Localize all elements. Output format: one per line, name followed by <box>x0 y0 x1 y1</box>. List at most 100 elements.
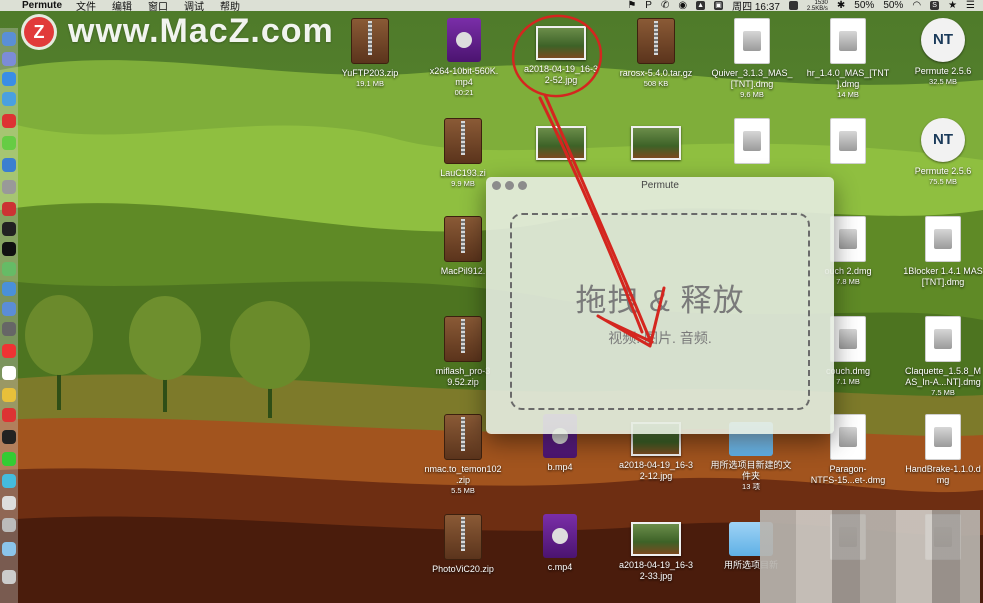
desktop-icon[interactable]: HandBrake-1.1.0.d mg <box>888 414 983 486</box>
minimize-button[interactable] <box>505 181 514 190</box>
menu-bar: Permute 文件 编辑 窗口 调试 帮助 ⚑ P ✆ ◉ ▲ ▣ 周四 16… <box>0 0 983 13</box>
file-name: Quiver_3.1.3_MAS_ [TNT].dmg <box>711 68 793 89</box>
desktop-icon[interactable] <box>601 118 711 164</box>
dock-app-icon-1[interactable] <box>2 114 16 128</box>
dock-android-icon[interactable] <box>2 136 16 150</box>
desktop-icon[interactable]: c.mp4 <box>505 514 615 573</box>
dock-app-icon-8[interactable] <box>2 322 16 336</box>
desktop-icon[interactable]: NT Permute 2.5.6 32.5 MB <box>888 18 983 87</box>
desktop-icon[interactable]: hr_1.4.0_MAS_[TNT ].dmg 14 MB <box>793 18 903 100</box>
desktop-icon[interactable] <box>697 118 807 168</box>
menu-file[interactable]: 文件 <box>76 0 96 13</box>
battery-percent-1[interactable]: 50% <box>854 0 874 11</box>
file-info: 13 项 <box>742 482 760 491</box>
drop-zone-title: 拖拽 & 释放 <box>575 283 745 318</box>
disk-image-icon <box>830 18 866 64</box>
clock[interactable]: 周四 16:37 <box>732 0 780 13</box>
permute-window[interactable]: Permute 拖拽 & 释放 视频. 图片. 音频. <box>486 177 834 434</box>
dock-app-icon-11[interactable] <box>2 474 16 488</box>
disk-image-icon <box>830 216 866 262</box>
dock-app-icon-5[interactable] <box>2 222 16 236</box>
dock-vivaldi-icon[interactable] <box>2 408 16 422</box>
dock-app-icon-14[interactable] <box>2 542 16 556</box>
dock-maps-icon[interactable] <box>2 262 16 276</box>
window-title: Permute <box>641 180 679 191</box>
file-name: a2018-04-19_16-3 2-52.jpg <box>523 64 599 85</box>
menu-help[interactable]: 帮助 <box>220 0 240 13</box>
list-icon[interactable]: ☰ <box>966 0 975 11</box>
zoom-button[interactable] <box>518 181 527 190</box>
desktop-icon[interactable] <box>506 118 616 164</box>
desktop-icon[interactable]: NT Permute 2.5.6 75.5 MB <box>888 118 983 187</box>
file-name: a2018-04-19_16-3 2-12.jpg <box>618 460 694 481</box>
file-info: 14 MB <box>837 90 859 99</box>
dock-safari-icon[interactable] <box>2 72 16 86</box>
window-controls <box>492 181 527 190</box>
status-icon-6[interactable] <box>788 1 798 10</box>
mosaic-blur <box>760 510 980 603</box>
dock-app-icon-12[interactable] <box>2 496 16 510</box>
watermark: Z www.MacZ.com <box>24 12 334 51</box>
window-titlebar[interactable]: Permute <box>486 177 834 194</box>
desktop-icon[interactable]: x264-10bit-560K. mp4 00:21 <box>409 18 519 98</box>
drop-zone-subtitle: 视频. 图片. 音频. <box>608 330 712 346</box>
drop-zone[interactable]: 拖拽 & 释放 视频. 图片. 音频. <box>510 213 810 410</box>
dock-app-icon-9[interactable] <box>2 344 16 358</box>
dock-trash-icon[interactable] <box>2 570 16 584</box>
close-button[interactable] <box>492 181 501 190</box>
menu-window[interactable]: 窗口 <box>148 0 168 13</box>
file-info: 9.6 MB <box>740 90 764 99</box>
dock-app-icon-3[interactable] <box>2 180 16 194</box>
dock-wechat-icon[interactable] <box>2 452 16 466</box>
battery-percent-2[interactable]: 50% <box>883 0 903 11</box>
file-name: Permute 2.5.6 <box>914 66 972 76</box>
zip-file-icon <box>444 216 482 262</box>
dock-chrome-icon[interactable] <box>2 388 16 402</box>
dock-launchpad-icon[interactable] <box>2 52 16 66</box>
dock-finder-icon[interactable] <box>2 32 16 46</box>
dock-contacts-icon[interactable] <box>2 92 16 106</box>
disk-image-icon <box>925 316 961 362</box>
file-name: x264-10bit-560K. mp4 <box>429 66 499 87</box>
desktop-icon[interactable]: Claquette_1.5.8_M AS_In-A...NT].dmg 7.5 M… <box>888 316 983 398</box>
status-icon-4[interactable]: ▲ <box>696 1 706 10</box>
desktop-icon[interactable]: rarosx-5.4.0.tar.gz 508 KB <box>601 18 711 89</box>
app-menu[interactable]: Permute <box>22 0 62 11</box>
archive-file-icon <box>637 18 675 64</box>
star-icon[interactable]: ★ <box>948 0 957 11</box>
dock-app-icon-7[interactable] <box>2 302 16 316</box>
dock-app-icon-13[interactable] <box>2 518 16 532</box>
menu-edit[interactable]: 编辑 <box>112 0 132 13</box>
dock-yandex-icon[interactable] <box>2 366 16 380</box>
dock-app-icon-6[interactable] <box>2 282 16 296</box>
dock-app-icon-2[interactable] <box>2 158 16 172</box>
file-name: c.mp4 <box>547 562 573 572</box>
image-file-icon <box>631 522 681 556</box>
file-info: 7.5 MB <box>931 388 955 397</box>
desktop-icon[interactable]: Quiver_3.1.3_MAS_ [TNT].dmg 9.6 MB <box>697 18 807 100</box>
status-icon-7[interactable]: S <box>930 1 940 10</box>
status-icon-5[interactable]: ▣ <box>714 1 724 10</box>
bluetooth-icon[interactable]: ✱ <box>837 0 845 11</box>
status-icon-3[interactable]: ◉ <box>678 0 687 11</box>
zip-file-icon <box>444 414 482 460</box>
status-icon-1[interactable]: ⚑ <box>627 0 636 11</box>
file-name: PhotoViC20.zip <box>432 564 494 574</box>
file-name: 用所选项目新建的文 件夹 <box>710 460 792 481</box>
dock-terminal-icon[interactable] <box>2 242 16 256</box>
zip-file-icon <box>444 514 482 560</box>
desktop-icon[interactable]: a2018-04-19_16-3 2-33.jpg <box>601 514 711 582</box>
dock-app-icon-10[interactable] <box>2 430 16 444</box>
desktop-icon[interactable]: 1Blocker 1.4.1 MAS [TNT].dmg <box>888 216 983 288</box>
status-icon-2[interactable]: P <box>645 0 652 11</box>
desktop-icon[interactable] <box>793 118 903 168</box>
dock-app-icon-4[interactable] <box>2 202 16 216</box>
menu-debug[interactable]: 调试 <box>184 0 204 13</box>
desktop-icon[interactable]: PhotoViC20.zip <box>408 514 518 575</box>
desktop-icon[interactable]: a2018-04-19_16-3 2-52.jpg <box>506 18 616 86</box>
zip-file-icon <box>351 18 389 64</box>
desktop[interactable]: Permute 文件 编辑 窗口 调试 帮助 ⚑ P ✆ ◉ ▲ ▣ 周四 16… <box>0 0 983 603</box>
wifi-icon[interactable]: ◠ <box>912 0 921 11</box>
disk-image-icon <box>734 118 770 164</box>
wechat-icon[interactable]: ✆ <box>661 0 669 11</box>
